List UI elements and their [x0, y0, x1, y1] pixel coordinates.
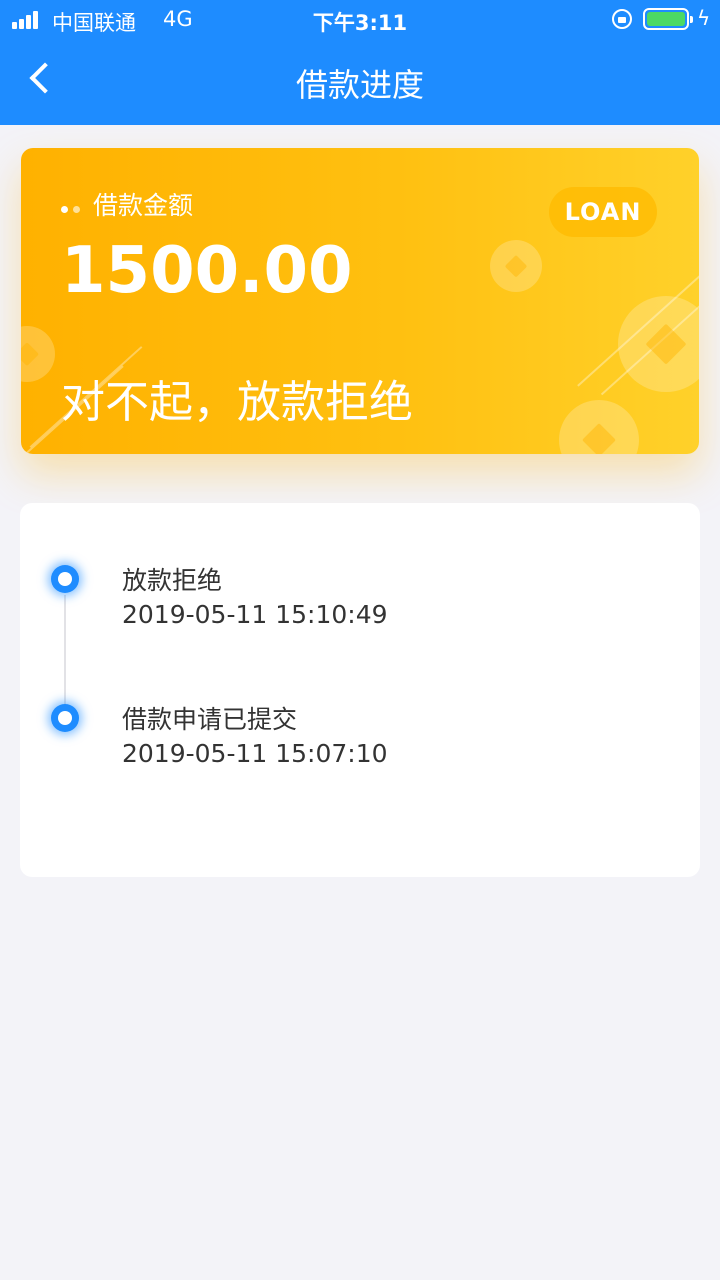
- coin-icon: [21, 326, 55, 382]
- app-header: 中国联通 4G 下午3:11 ϟ 借款进度: [0, 0, 720, 125]
- status-bar: 中国联通 4G 下午3:11 ϟ: [0, 0, 720, 40]
- loan-status-text: 对不起，放款拒绝: [61, 377, 413, 428]
- charging-icon: ϟ: [697, 6, 711, 30]
- loan-badge: LOAN: [549, 187, 657, 237]
- timeline-connector: [64, 595, 66, 715]
- timeline-dot-icon: [51, 704, 79, 732]
- battery-icon: [643, 8, 693, 30]
- coin-icon: [559, 400, 639, 454]
- amount-label: 借款金额: [93, 191, 194, 220]
- progress-timeline: 放款拒绝 2019-05-11 15:10:49 借款申请已提交 2019-05…: [20, 503, 700, 877]
- timeline-item-title: 放款拒绝: [122, 566, 223, 595]
- timeline-dot-icon: [51, 565, 79, 593]
- amount-value: 1500.00: [61, 234, 353, 308]
- timeline-item-title: 借款申请已提交: [122, 705, 298, 734]
- label-dots: [61, 198, 85, 217]
- loan-amount-card: 借款金额 LOAN 1500.00 对不起，放款拒绝: [21, 148, 699, 454]
- coin-icon: [618, 296, 699, 392]
- page-title: 借款进度: [295, 66, 424, 104]
- timeline-item-time: 2019-05-11 15:07:10: [122, 739, 388, 768]
- timeline-item-time: 2019-05-11 15:10:49: [122, 600, 388, 629]
- coin-icon: [490, 240, 542, 292]
- orientation-lock-icon: [612, 9, 632, 29]
